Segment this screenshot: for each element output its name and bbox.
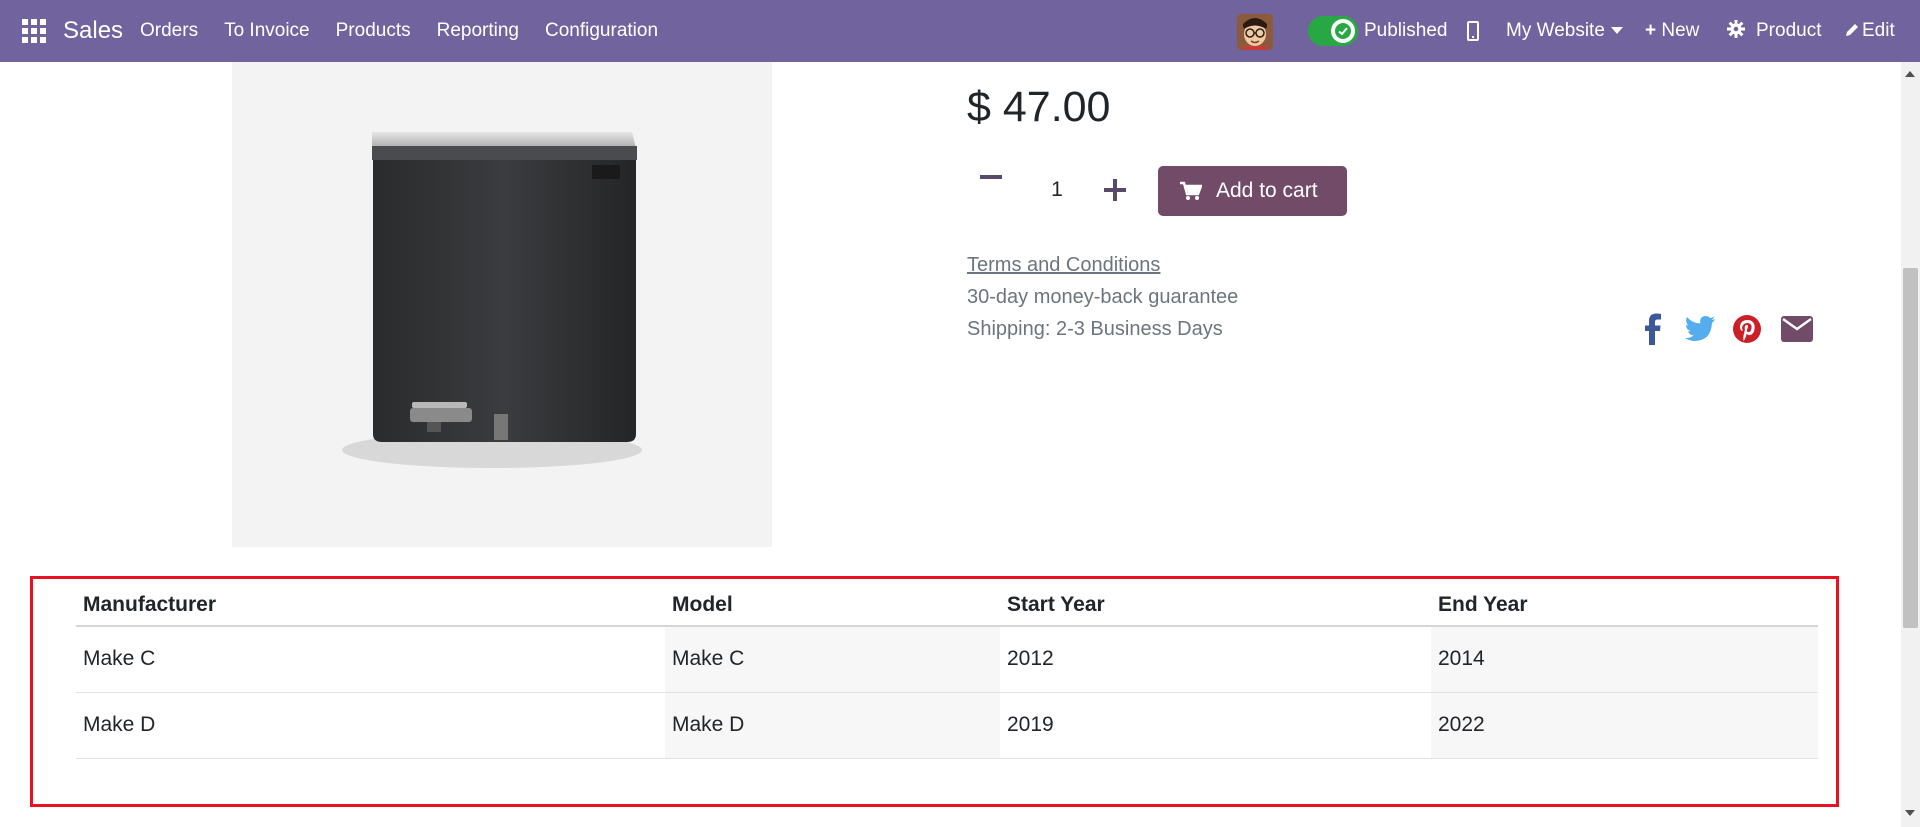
add-to-cart-label: Add to cart [1216, 179, 1318, 202]
cell-manufacturer: Make D [76, 692, 665, 759]
table-header-row: Manufacturer Model Start Year End Year [76, 585, 1818, 627]
product-menu-button[interactable]: Product [1756, 20, 1821, 42]
scroll-up-arrow-icon[interactable] [1905, 71, 1915, 77]
pinterest-icon[interactable] [1732, 312, 1762, 346]
product-image [232, 62, 772, 547]
user-avatar[interactable] [1237, 14, 1273, 50]
cell-start-year: 2012 [1000, 626, 1431, 693]
menu-item-reporting[interactable]: Reporting [437, 20, 519, 42]
shipping-text: Shipping: 2-3 Business Days [967, 318, 1223, 340]
add-to-cart-button[interactable]: Add to cart [1158, 166, 1347, 216]
cell-start-year: 2019 [1000, 692, 1431, 759]
column-header-end-year: End Year [1431, 585, 1818, 627]
apps-grid-icon[interactable] [22, 19, 46, 43]
website-label: My Website [1506, 20, 1605, 41]
page-scrollbar[interactable] [1901, 62, 1920, 827]
email-icon[interactable] [1780, 312, 1814, 346]
edit-button[interactable]: Edit [1844, 20, 1895, 42]
cart-icon [1180, 181, 1202, 200]
gear-icon[interactable] [1727, 20, 1745, 42]
column-header-start-year: Start Year [1000, 585, 1431, 627]
published-label[interactable]: Published [1364, 20, 1447, 42]
caret-down-icon [1610, 27, 1623, 35]
mobile-preview-icon[interactable] [1467, 21, 1479, 41]
cell-end-year: 2014 [1431, 626, 1818, 693]
column-header-manufacturer: Manufacturer [76, 585, 665, 627]
new-label: New [1661, 20, 1700, 41]
scroll-down-arrow-icon[interactable] [1905, 810, 1915, 816]
cell-manufacturer: Make C [76, 626, 665, 693]
twitter-icon[interactable] [1684, 312, 1716, 346]
plus-icon: + [1645, 20, 1657, 41]
cell-end-year: 2022 [1431, 692, 1818, 759]
main-menu: Orders To Invoice Products Reporting Con… [140, 0, 684, 62]
edit-label: Edit [1862, 20, 1895, 41]
guarantee-text: 30-day money-back guarantee [967, 286, 1239, 308]
check-icon [1331, 19, 1355, 43]
menu-item-configuration[interactable]: Configuration [545, 20, 658, 42]
top-navbar: Sales Orders To Invoice Products Reporti… [0, 0, 1920, 62]
terms-link[interactable]: Terms and Conditions [967, 254, 1160, 277]
table-row: Make C Make C 2012 2014 [76, 626, 1818, 693]
menu-item-products[interactable]: Products [336, 20, 411, 42]
menu-item-to-invoice[interactable]: To Invoice [224, 20, 310, 42]
website-switcher[interactable]: My Website [1506, 20, 1623, 42]
quantity-increase-button[interactable] [1104, 179, 1126, 201]
new-button[interactable]: + New [1645, 20, 1699, 42]
vehicle-compatibility-table: Manufacturer Model Start Year End Year M… [76, 585, 1818, 759]
publish-toggle[interactable] [1308, 16, 1358, 46]
product-price: $ 47.00 [967, 83, 1111, 131]
scrollbar-thumb[interactable] [1903, 268, 1918, 628]
facebook-icon[interactable] [1643, 312, 1663, 346]
cell-model: Make C [665, 626, 1000, 693]
cell-model: Make D [665, 692, 1000, 759]
menu-item-orders[interactable]: Orders [140, 20, 198, 42]
quantity-decrease-button[interactable] [980, 175, 1002, 179]
app-brand[interactable]: Sales [63, 17, 123, 45]
quantity-input[interactable]: 1 [1040, 178, 1074, 202]
column-header-model: Model [665, 585, 1000, 627]
table-row: Make D Make D 2019 2022 [76, 692, 1818, 759]
pencil-icon [1846, 24, 1858, 36]
